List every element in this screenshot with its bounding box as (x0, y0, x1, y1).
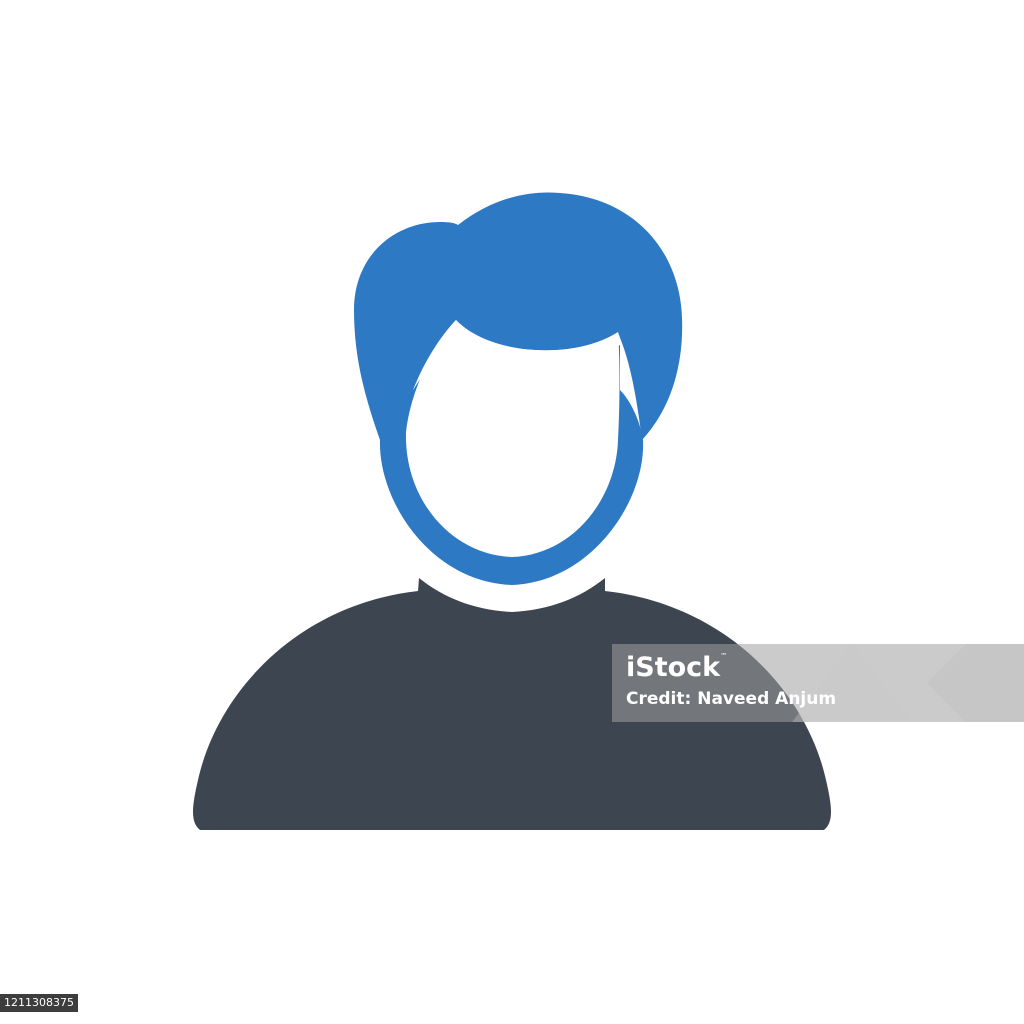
user-avatar-icon (193, 192, 831, 830)
istock-logo: iStock™ (626, 652, 728, 683)
image-id-label: 1211308375 (0, 994, 78, 1012)
stock-image-canvas: iStock™ Credit: Naveed Anjum 1211308375 (0, 0, 1024, 1024)
istock-watermark: iStock™ Credit: Naveed Anjum (612, 644, 1024, 722)
watermark-credit: Credit: Naveed Anjum (626, 689, 837, 709)
